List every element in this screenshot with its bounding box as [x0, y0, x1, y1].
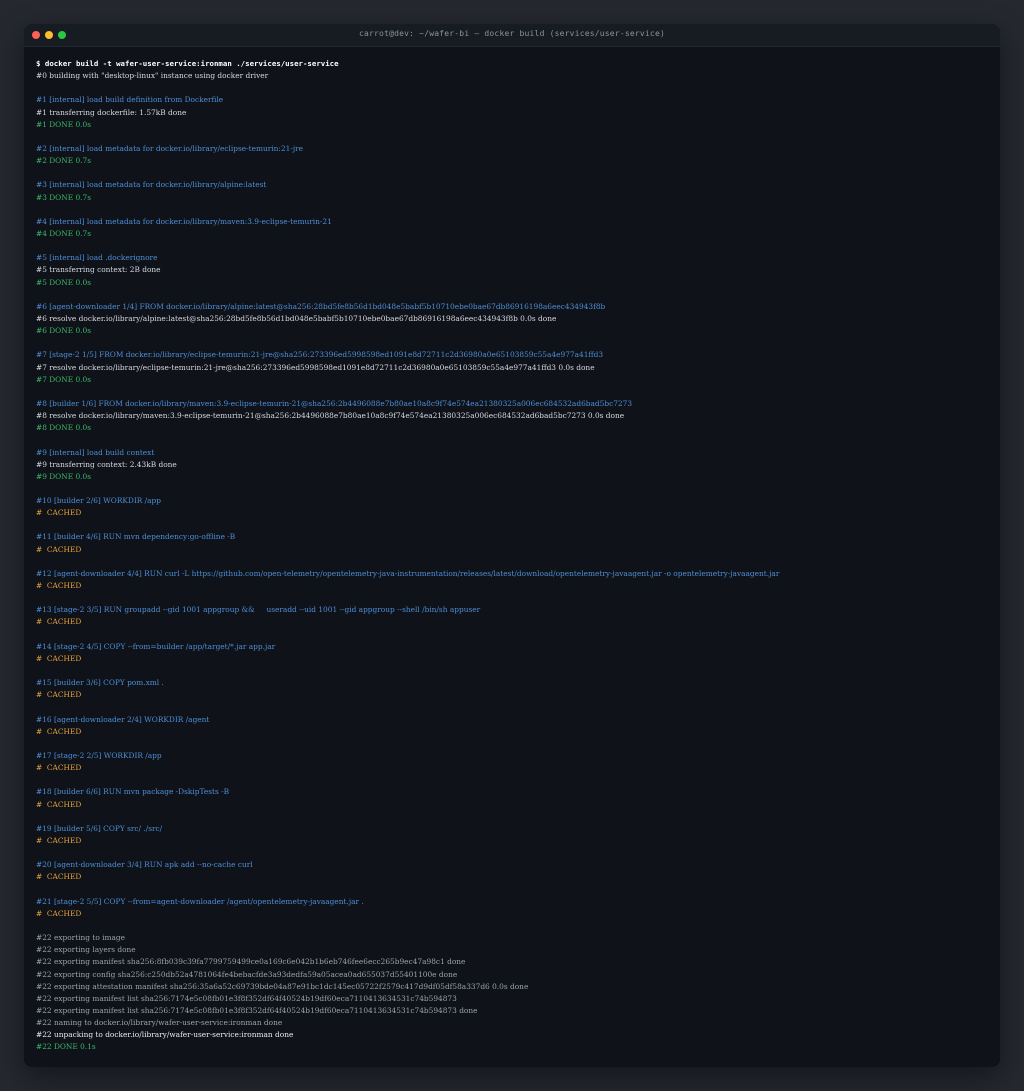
- terminal-line: #9 transferring context: 2.43kB done: [36, 459, 177, 469]
- terminal-line: #22 DONE 0.1s: [36, 1042, 96, 1052]
- terminal-line: #10 [builder 2/6] WORKDIR /app: [36, 496, 162, 506]
- terminal-line: #7 DONE 0.0s: [36, 374, 91, 384]
- terminal-line: #9 DONE 0.0s: [36, 471, 91, 481]
- terminal-line: # CACHED: [36, 581, 82, 591]
- terminal-line: #0 building with "desktop-linux" instanc…: [36, 71, 269, 81]
- terminal-line: #3 DONE 0.7s: [36, 192, 91, 202]
- terminal-line: #5 DONE 0.0s: [36, 277, 91, 287]
- terminal-line: #22 exporting manifest list sha256:7174e…: [36, 993, 457, 1003]
- terminal-line: # CACHED: [36, 763, 82, 773]
- terminal-line: #3 [internal] load metadata for docker.i…: [36, 180, 267, 190]
- terminal-line: #16 [agent-downloader 2/4] WORKDIR /agen…: [36, 714, 210, 724]
- terminal-line: #22 exporting to image: [36, 933, 126, 943]
- terminal-line: # CACHED: [36, 617, 82, 627]
- terminal-output[interactable]: $ docker build -t wafer-user-service:iro…: [24, 47, 1000, 1054]
- terminal-line: #4 DONE 0.7s: [36, 228, 91, 238]
- terminal-line: #18 [builder 6/6] RUN mvn package -Dskip…: [36, 787, 230, 797]
- terminal-line: #1 [internal] load build definition from…: [36, 95, 224, 105]
- terminal-window: carrot@dev: ~/wafer-bi — docker build (s…: [24, 24, 1000, 1067]
- terminal-line: #6 resolve docker.io/library/alpine:late…: [36, 313, 557, 323]
- terminal-line: #15 [builder 3/6] COPY pom.xml .: [36, 678, 164, 688]
- window-title: carrot@dev: ~/wafer-bi — docker build (s…: [358, 29, 665, 38]
- terminal-line: #5 [internal] load .dockerignore: [36, 253, 158, 263]
- terminal-line: #17 [stage-2 2/5] WORKDIR /app: [36, 751, 162, 761]
- terminal-line: #6 DONE 0.0s: [36, 326, 91, 336]
- terminal-line: #22 exporting manifest sha256:8fb039c39f…: [36, 957, 466, 967]
- terminal-line: #2 DONE 0.7s: [36, 156, 91, 166]
- terminal-line: # CACHED: [36, 836, 82, 845]
- terminal-line: #22 exporting attestation manifest sha25…: [36, 981, 529, 991]
- title-bar: carrot@dev: ~/wafer-bi — docker build (s…: [24, 24, 1000, 47]
- terminal-line: # CACHED: [36, 799, 82, 809]
- terminal-line: #13 [stage-2 3/5] RUN groupadd --gid 100…: [36, 605, 481, 615]
- terminal-line: $ docker build -t wafer-user-service:iro…: [36, 59, 339, 68]
- terminal-line: #8 resolve docker.io/library/maven:3.9-e…: [36, 411, 625, 421]
- terminal-line: #5 transferring context: 2B done: [36, 265, 161, 275]
- terminal-line: #14 [stage-2 4/5] COPY --from=builder /a…: [36, 641, 276, 651]
- terminal-line: #1 DONE 0.0s: [36, 119, 91, 129]
- terminal-line: #8 [builder 1/6] FROM docker.io/library/…: [36, 398, 633, 408]
- terminal-line: #8 DONE 0.0s: [36, 423, 91, 433]
- terminal-line: # CACHED: [36, 872, 82, 882]
- terminal-line: #22 naming to docker.io/library/wafer-us…: [36, 1018, 283, 1028]
- terminal-line: #22 exporting config sha256:c250db52a478…: [36, 969, 458, 979]
- terminal-line: #7 resolve docker.io/library/eclipse-tem…: [36, 362, 595, 372]
- terminal-line: # CACHED: [36, 508, 82, 518]
- terminal-line: #22 unpacking to docker.io/library/wafer…: [36, 1030, 294, 1040]
- terminal-line: #19 [builder 5/6] COPY src/ ./src/: [36, 823, 163, 833]
- terminal-line: #11 [builder 4/6] RUN mvn dependency:go-…: [36, 532, 236, 542]
- terminal-line: #2 [internal] load metadata for docker.i…: [36, 143, 304, 153]
- terminal-line: #4 [internal] load metadata for docker.i…: [36, 216, 332, 226]
- terminal-line: #22 exporting manifest list sha256:7174e…: [36, 1005, 478, 1015]
- terminal-line: #7 [stage-2 1/5] FROM docker.io/library/…: [36, 350, 604, 360]
- terminal-line: #21 [stage-2 5/5] COPY --from=agent-down…: [36, 896, 364, 906]
- terminal-line: # CACHED: [36, 653, 82, 663]
- terminal-line: #20 [agent-downloader 3/4] RUN apk add -…: [36, 860, 253, 870]
- terminal-line: #6 [agent-downloader 1/4] FROM docker.io…: [36, 301, 606, 311]
- terminal-line: # CACHED: [36, 690, 82, 700]
- terminal-line: # CACHED: [36, 544, 82, 554]
- terminal-line: #9 [internal] load build context: [36, 447, 155, 457]
- terminal-line: #22 exporting layers done: [36, 945, 136, 955]
- terminal-line: #1 transferring dockerfile: 1.57kB done: [36, 107, 187, 117]
- terminal-line: # CACHED: [36, 726, 82, 736]
- terminal-line: #12 [agent-downloader 4/4] RUN curl -L h…: [36, 568, 780, 578]
- terminal-line: # CACHED: [36, 908, 82, 918]
